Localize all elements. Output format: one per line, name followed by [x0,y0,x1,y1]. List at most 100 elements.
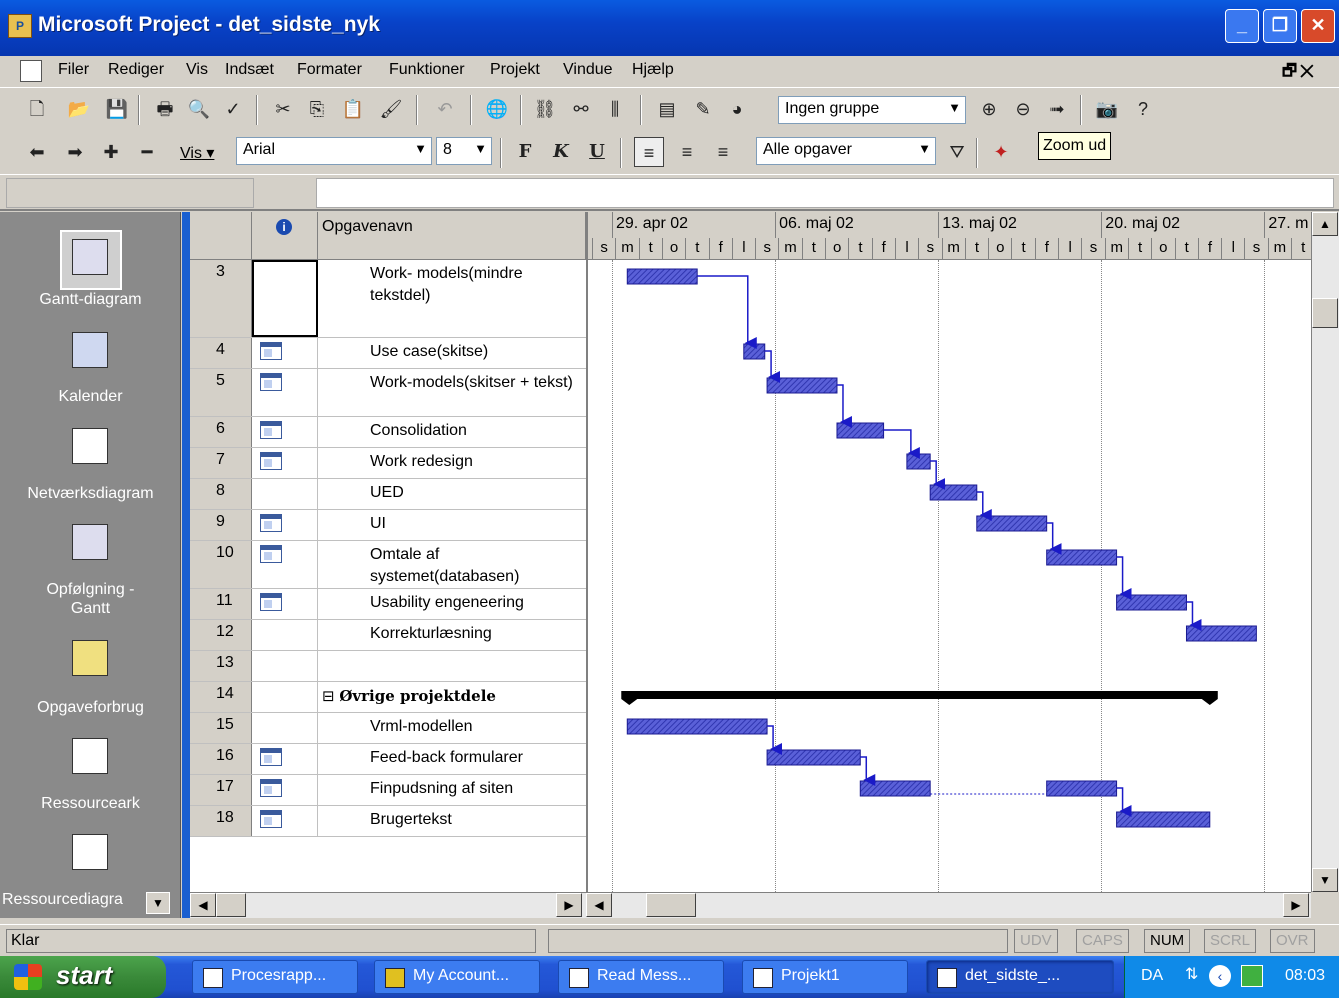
indicator-cell[interactable] [252,744,318,774]
task-bar[interactable] [929,484,978,501]
menu-vindue[interactable]: Vindue [563,61,613,79]
row-selector-header[interactable] [190,212,252,260]
indicator-cell[interactable] [252,651,318,681]
task-name-cell[interactable]: Use case(skitse) [318,338,576,368]
row-id[interactable]: 17 [190,775,252,805]
link-tasks-icon[interactable]: ⛓ [530,94,560,124]
task-bar[interactable] [626,718,768,735]
row-id[interactable]: 10 [190,541,252,588]
table-row[interactable]: 9 UI [190,510,586,541]
row-id[interactable]: 9 [190,510,252,540]
menu-formater[interactable]: Formater [297,61,362,79]
table-row[interactable]: 15 Vrml-modellen [190,713,586,744]
task-bar[interactable] [1046,549,1118,566]
table-row[interactable]: 10 Omtale af systemet(databasen) [190,541,586,589]
scroll-right-icon[interactable]: ▶ [556,893,582,917]
row-id[interactable]: 14 [190,682,252,712]
info-column-header[interactable]: i [252,212,318,260]
hide-subtasks-icon[interactable]: ━ [132,137,162,167]
goto-task-icon[interactable]: ➟ [1042,94,1072,124]
task-name-cell[interactable]: Work redesign [318,448,576,478]
task-bar[interactable] [1046,780,1118,797]
task-bar[interactable] [1116,811,1211,828]
autofilter-icon[interactable]: ⛛ [942,137,972,167]
indicator-cell[interactable] [252,589,318,619]
indicator-cell[interactable] [252,369,318,416]
task-name-cell[interactable]: Omtale af systemet(databasen) [318,541,576,588]
italic-button[interactable]: K [546,137,576,167]
indicator-cell[interactable] [252,479,318,509]
row-id[interactable]: 16 [190,744,252,774]
row-id[interactable]: 15 [190,713,252,743]
task-notes-icon[interactable]: ✎ [688,94,718,124]
table-row[interactable]: 16 Feed-back formularer [190,744,586,775]
format-painter-icon[interactable]: 🖌 [376,94,406,124]
table-row[interactable]: 17 Finpudsning af siten [190,775,586,806]
task-name-cell[interactable]: Vrml-modellen [318,713,576,743]
row-id[interactable]: 3 [190,260,252,337]
filter-combo[interactable]: Alle opgaver ▼ [756,137,936,165]
taskbar-item-projekt1[interactable]: Projekt1 [742,960,908,994]
table-row[interactable]: 6 Consolidation [190,417,586,448]
task-name-cell[interactable]: UED [318,479,576,509]
indicator-cell[interactable] [252,775,318,805]
task-name-cell[interactable]: Work- models(mindre tekstdel) [318,260,576,337]
task-name-column-header[interactable]: Opgavenavn [318,212,586,260]
table-row[interactable]: 11 Usability engeneering [190,589,586,620]
row-id[interactable]: 11 [190,589,252,619]
task-bar[interactable] [766,749,861,766]
table-row[interactable]: 3 Work- models(mindre tekstdel) [190,260,586,338]
task-bar[interactable] [1185,625,1257,642]
table-row[interactable]: 4 Use case(skitse) [190,338,586,369]
minimize-button[interactable]: _ [1225,9,1259,43]
task-name-cell[interactable]: UI [318,510,576,540]
show-menu-button[interactable]: Vis ▾ [180,143,214,163]
taskbar-item-det-sidste[interactable]: det_sidste_... [926,960,1114,994]
menu-projekt[interactable]: Projekt [490,61,540,79]
task-bar[interactable] [836,422,885,439]
paste-icon[interactable]: 📋 [338,94,368,124]
task-name-cell[interactable]: Work-models(skitser + tekst) [318,369,576,416]
row-id[interactable]: 6 [190,417,252,447]
menu-indsaet[interactable]: Indsæt [225,61,274,79]
spelling-icon[interactable]: ✓ [218,94,248,124]
taskbar-item-read-mess[interactable]: Read Mess... [558,960,724,994]
outdent-icon[interactable]: ⬅ [22,137,52,167]
assign-resources-icon[interactable]: ◕ [722,94,752,124]
indicator-cell[interactable] [252,713,318,743]
scroll-thumb[interactable] [216,893,246,917]
view-resource-sheet-label[interactable]: Ressourceark [0,794,181,813]
task-name-cell[interactable]: Usability engeneering [318,589,576,619]
indicator-cell[interactable] [252,682,318,712]
menu-funktioner[interactable]: Funktioner [389,61,465,79]
mdi-window-controls[interactable]: 🗗✕ [1282,60,1317,87]
help-icon[interactable]: ? [1128,94,1158,124]
taskbar-item-procesrapp[interactable]: Procesrapp... [192,960,358,994]
print-icon[interactable]: 🖶 [150,94,180,124]
unlink-tasks-icon[interactable]: ⚯ [566,94,596,124]
document-icon[interactable] [20,60,42,82]
indicator-cell[interactable] [252,541,318,588]
language-indicator[interactable]: DA [1141,967,1163,985]
entry-field[interactable] [316,178,1334,208]
table-row[interactable]: 5 Work-models(skitser + tekst) [190,369,586,417]
task-name-cell[interactable]: Finpudsning af siten [318,775,576,805]
copy-picture-icon[interactable]: 📷 [1092,94,1122,124]
scroll-left-icon[interactable]: ◀ [190,893,216,917]
vertical-scrollbar[interactable]: ▲ ▼ [1311,212,1339,892]
indicator-cell[interactable] [252,510,318,540]
network-icon[interactable]: ⇅ [1185,964,1198,984]
row-id[interactable]: 13 [190,651,252,681]
indent-icon[interactable]: ➡ [60,137,90,167]
row-id[interactable]: 7 [190,448,252,478]
menu-hjaelp[interactable]: Hjælp [632,61,674,79]
table-row[interactable]: 13 [190,651,586,682]
indicator-cell[interactable] [252,417,318,447]
table-row[interactable]: 18 Brugertekst [190,806,586,837]
task-bar[interactable] [859,780,931,797]
close-button[interactable]: ✕ [1301,9,1335,43]
row-id[interactable]: 8 [190,479,252,509]
summary-bar[interactable] [621,691,1218,705]
scroll-down-icon[interactable]: ▼ [1312,868,1338,892]
indicator-cell[interactable] [252,260,318,337]
